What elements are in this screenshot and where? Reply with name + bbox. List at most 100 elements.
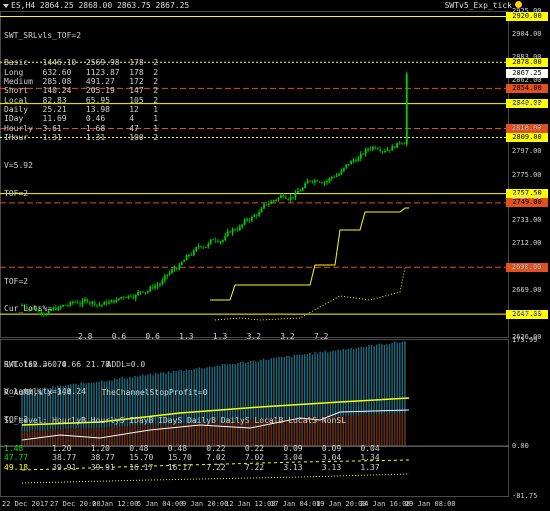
volume-label: V=5.92 [4, 160, 33, 170]
candle-body [342, 167, 345, 171]
price-tick-label: 2754.00 [512, 193, 542, 202]
price-level-tag: 2854.00 [506, 83, 548, 93]
candle-body [209, 239, 212, 244]
time-tick-label: 19 Jan 20:00 [316, 500, 367, 508]
info-row-ihour: IHour 1.31 1.31 100 2 [4, 132, 159, 142]
time-tick-label: 5 Jan 04:00 [137, 500, 184, 508]
candle-body [238, 226, 241, 231]
candle-body [393, 146, 396, 148]
candle-body [301, 188, 304, 191]
candle-body [405, 73, 408, 145]
candle-body [345, 164, 348, 168]
candle-body [200, 246, 202, 248]
symbol-dropdown-icon[interactable] [3, 4, 9, 8]
sub-tof-label: TOF=2 [4, 415, 29, 425]
price-tick-label: 2883.00 [512, 52, 542, 61]
candle-body [330, 176, 333, 179]
candle-body [376, 148, 379, 150]
candle-body [328, 178, 331, 182]
info-row-long: Long 632.60 1123.87 178 2 [4, 67, 159, 77]
candle-body [306, 180, 309, 184]
sub-window-panel: SWT 162.36 74.66 21.78 Volatility=140.24… [4, 341, 110, 434]
price-tick-label: 2775.00 [512, 170, 542, 179]
candle-body [224, 235, 227, 241]
candle-body [219, 241, 222, 243]
candle-body [255, 214, 258, 216]
time-tick-label: 2 Jan 12:00 [92, 500, 139, 508]
price-tick-label: 2797.00 [512, 146, 542, 155]
candle-body [282, 195, 285, 197]
info-row-hourly: Hourly 3.61 1.68 47 1 [4, 123, 159, 133]
candle-body [364, 149, 367, 154]
candle-body [226, 231, 229, 236]
candle-body [229, 231, 232, 233]
price-level-tag: 2809.00 [506, 132, 548, 142]
candle-body [270, 201, 273, 204]
candle-body [386, 149, 389, 152]
candle-body [265, 204, 268, 206]
sl-level-values: 38.77 38.77 15.70 15.70 7.02 7.02 3.04 3… [52, 453, 380, 463]
info-panel: SWT_SRLvls_TOF=2 Basic 1446.10 2569.98 1… [4, 12, 158, 207]
candle-body [192, 250, 195, 256]
sl-level-row: 47.77 38.77 38.77 15.70 15.70 7.02 7.02 … [4, 453, 380, 462]
sl-level-row: 49.18 39.91 39.91 16.17 16.17 7.22 7.22 … [4, 463, 380, 472]
price-tick-label: 2904.00 [512, 29, 542, 38]
candle-body [243, 219, 246, 225]
candle-body [333, 176, 336, 178]
price-tick-label: 2712.00 [512, 239, 542, 248]
candle-body [340, 170, 343, 175]
candle-body [217, 240, 219, 243]
candle-body [357, 158, 360, 162]
time-tick-label: 9 Jan 20:00 [182, 500, 229, 508]
channel-stop-label: TheChannelStopProfit=0 [101, 388, 208, 398]
candle-body [241, 224, 244, 227]
sl-level-label: 49.18 [4, 462, 53, 472]
candle-body [352, 159, 355, 162]
candle-body [275, 199, 277, 201]
candle-body [207, 243, 210, 247]
candle-body [248, 219, 251, 221]
sl-level-row: 1.48 1.20 1.20 0.48 0.48 0.22 0.22 0.09 … [4, 444, 380, 453]
candle-body [246, 219, 248, 221]
candle-body [253, 214, 256, 218]
candle-body [190, 254, 193, 256]
price-tick-label: 2690.00 [512, 263, 542, 272]
candle-body [296, 190, 299, 193]
sl-level-values: 1.20 1.20 0.48 0.48 0.22 0.22 0.09 0.09 … [52, 443, 380, 453]
time-tick-label: 17 Jan 04:00 [270, 500, 321, 508]
info-row-basic: Basic 1446.10 2569.98 178 2 [4, 58, 159, 68]
candle-body [335, 175, 338, 177]
indicator-name: SWTv5_Exp_tick [444, 1, 512, 10]
time-tick-label: 22 Dec 2017 [2, 500, 49, 508]
candle-body [401, 142, 403, 144]
sub-axis-label: 173.99 [512, 336, 538, 344]
candle-body [396, 142, 398, 148]
candle-body [267, 203, 270, 205]
lower-tof-label: TOF=2 [4, 276, 29, 286]
candle-body [362, 153, 365, 155]
price-tick-label: 2648.00 [512, 309, 542, 317]
candle-body [391, 146, 394, 151]
candle-body [234, 229, 236, 231]
candle-body [311, 180, 314, 183]
candle-body [309, 180, 311, 182]
ohlc-readout: 2864.25 2868.00 2863.75 2867.25 [39, 1, 190, 10]
info-row-iday: IDay 11.69 0.46 4 1 [4, 114, 159, 124]
candle-body [221, 240, 224, 242]
price-tick-label: 2818.00 [512, 123, 542, 132]
candle-body [287, 198, 290, 200]
price-tick-label: 2925.00 [512, 7, 542, 15]
candle-body [372, 147, 374, 150]
candle-body [294, 192, 297, 198]
candle-body [367, 148, 369, 150]
info-row-medium: Medium 285.08 491.27 172 2 [4, 77, 159, 87]
sub-axis-label: 0.00 [512, 442, 529, 451]
candle-body [231, 229, 234, 233]
candle-body [289, 197, 292, 200]
candle-body [326, 181, 328, 183]
time-tick-label: 12 Jan 12:00 [225, 500, 276, 508]
symbol-label: ES,H4 [11, 1, 36, 10]
candle-body [214, 239, 217, 241]
candle-body [316, 180, 319, 182]
candle-body [277, 197, 280, 200]
